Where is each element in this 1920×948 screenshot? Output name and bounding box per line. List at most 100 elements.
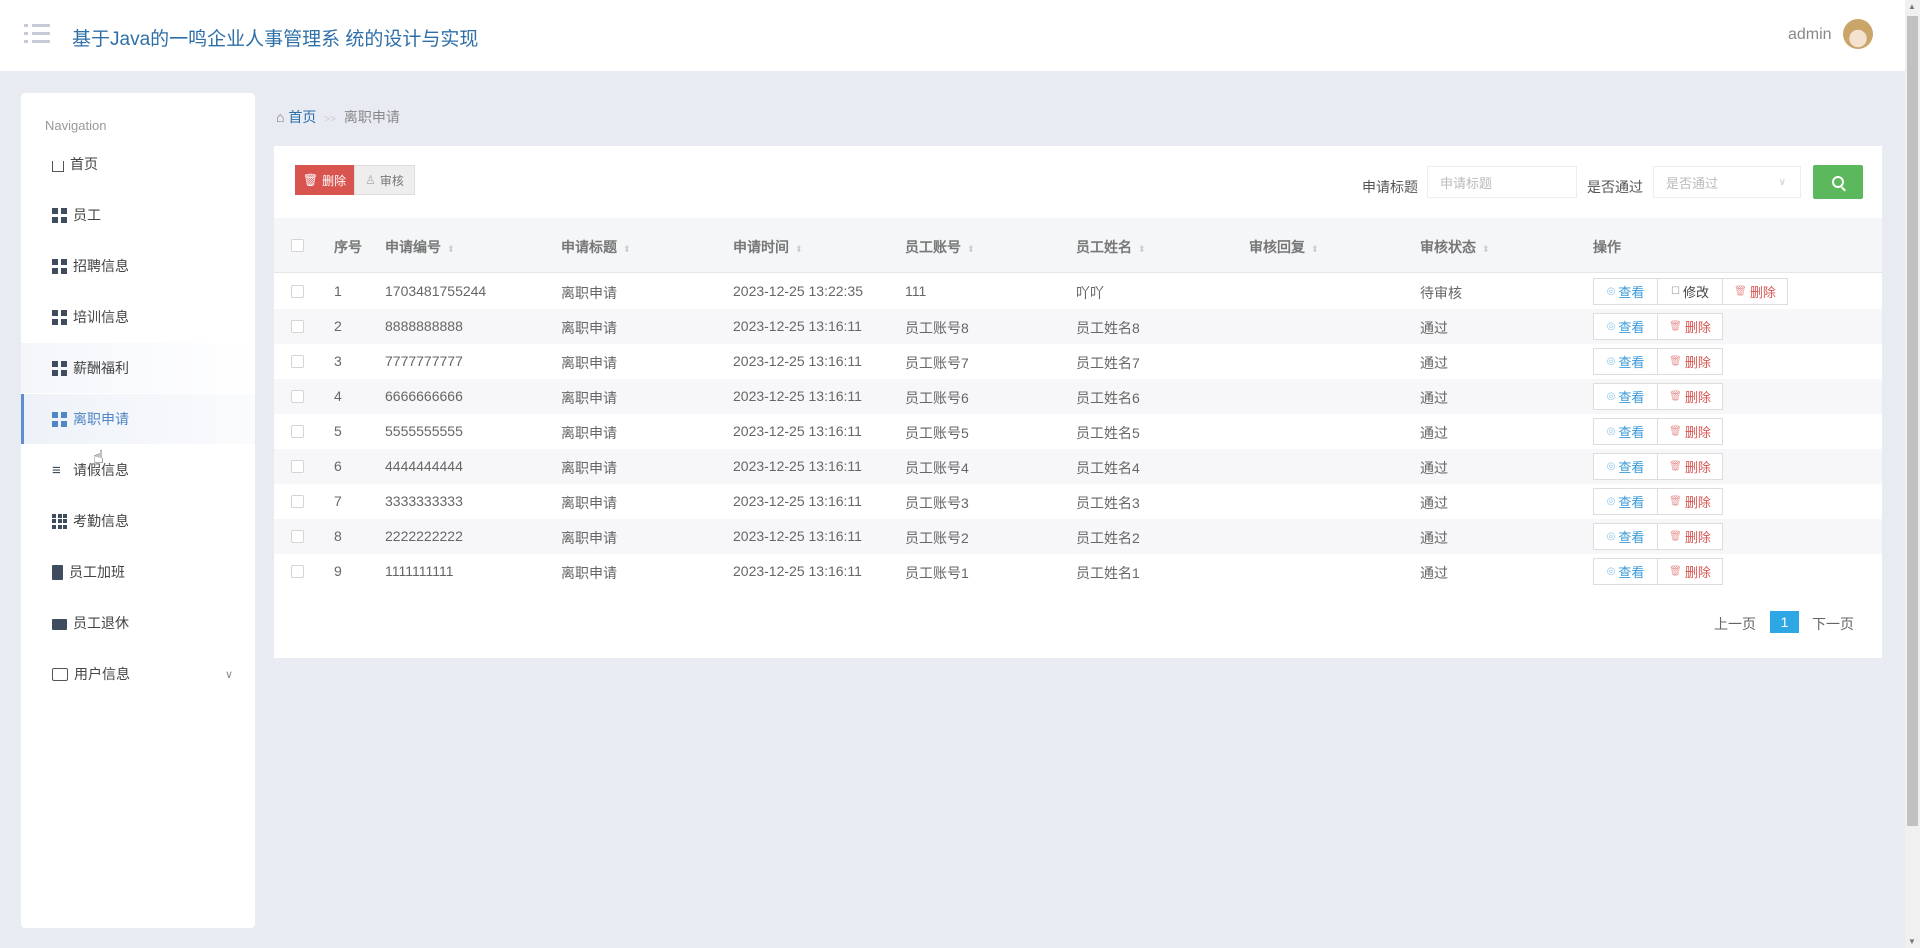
column-header[interactable]: 审核状态 ⬍ xyxy=(1420,237,1490,257)
avatar[interactable] xyxy=(1843,19,1873,49)
page-1-button[interactable]: 1 xyxy=(1770,611,1799,633)
sliders-icon: ≡ xyxy=(52,461,61,479)
cell-name: 员工姓名3 xyxy=(1076,495,1140,511)
batch-delete-button[interactable]: 🗑 删除 xyxy=(295,165,354,195)
column-header[interactable]: 申请编号 ⬍ xyxy=(385,237,455,257)
delete-button[interactable]: 🗑 删除 xyxy=(1657,418,1723,445)
menu-toggle-icon[interactable] xyxy=(24,24,50,44)
sidebar-item-0[interactable]: 首页 xyxy=(21,139,255,189)
view-button[interactable]: ◎ 查看 xyxy=(1593,488,1658,515)
sidebar-item-label: 薪酬福利 xyxy=(73,360,129,376)
sidebar-item-5[interactable]: 离职申请 xyxy=(21,394,255,444)
breadcrumb-home[interactable]: 首页 xyxy=(288,109,316,125)
cell-time: 2023-12-25 13:16:11 xyxy=(733,458,862,474)
cell-name: 员工姓名1 xyxy=(1076,565,1140,581)
view-button[interactable]: ◎ 查看 xyxy=(1593,313,1658,340)
delete-label: 删除 xyxy=(1684,530,1711,545)
row-checkbox[interactable] xyxy=(291,530,304,543)
sort-icon[interactable]: ⬍ xyxy=(795,244,803,254)
trash-icon: 🗑 xyxy=(1669,461,1682,472)
cell-account: 员工账号4 xyxy=(905,460,969,476)
cell-time: 2023-12-25 13:16:11 xyxy=(733,423,862,439)
eye-icon: ◎ xyxy=(1606,321,1616,332)
row-checkbox[interactable] xyxy=(291,355,304,368)
sort-icon[interactable]: ⬍ xyxy=(447,244,455,254)
view-button[interactable]: ◎ 查看 xyxy=(1593,418,1658,445)
row-checkbox[interactable] xyxy=(291,495,304,508)
column-header[interactable]: 申请标题 ⬍ xyxy=(561,237,631,257)
delete-button[interactable]: 🗑 删除 xyxy=(1657,348,1723,375)
sidebar-item-9[interactable]: 员工退休 xyxy=(21,598,255,648)
sidebar-item-2[interactable]: 招聘信息 xyxy=(21,241,255,291)
edit-button[interactable]: ☐ 修改 xyxy=(1657,278,1723,305)
home-icon xyxy=(52,160,64,172)
sidebar-item-8[interactable]: 员工加班 xyxy=(21,547,255,597)
row-checkbox[interactable] xyxy=(291,460,304,473)
cell-status: 通过 xyxy=(1420,320,1448,336)
column-header[interactable]: 申请时间 ⬍ xyxy=(733,237,803,257)
view-button[interactable]: ◎ 查看 xyxy=(1593,523,1658,550)
column-header[interactable]: 审核回复 ⬍ xyxy=(1249,237,1319,257)
delete-button[interactable]: 🗑 删除 xyxy=(1657,453,1723,480)
cell-no: 1 xyxy=(334,283,342,299)
delete-button[interactable]: 🗑 删除 xyxy=(1657,488,1723,515)
delete-button[interactable]: 🗑 删除 xyxy=(1657,558,1723,585)
row-checkbox[interactable] xyxy=(291,425,304,438)
breadcrumb: ⌂ 首页 >> 离职申请 xyxy=(276,107,400,127)
table-row: 5 5555555555 离职申请 2023-12-25 13:16:11 员工账号5 员… xyxy=(274,414,1882,449)
next-page-button[interactable]: 下一页 xyxy=(1812,614,1854,634)
audit-button[interactable]: ♙ 审核 xyxy=(354,165,415,195)
username[interactable]: admin xyxy=(1788,26,1832,44)
delete-button[interactable]: 🗑 删除 xyxy=(1657,523,1723,550)
row-checkbox[interactable] xyxy=(291,320,304,333)
row-checkbox[interactable] xyxy=(291,565,304,578)
eye-icon: ◎ xyxy=(1606,531,1616,542)
column-header-label: 申请编号 xyxy=(385,239,441,255)
sidebar-item-7[interactable]: 考勤信息 xyxy=(21,496,255,546)
sidebar-item-10[interactable]: 用户信息 ∨ xyxy=(21,649,255,699)
cell-no: 6 xyxy=(334,458,342,474)
view-button[interactable]: ◎ 查看 xyxy=(1593,348,1658,375)
cell-code: 2222222222 xyxy=(385,528,463,544)
sidebar-item-3[interactable]: 培训信息 xyxy=(21,292,255,342)
table-row: 9 1111111111 离职申请 2023-12-25 13:16:11 员工账号1 员… xyxy=(274,554,1882,589)
view-button[interactable]: ◎ 查看 xyxy=(1593,558,1658,585)
sort-icon[interactable]: ⬍ xyxy=(1482,244,1490,254)
trash-icon: 🗑 xyxy=(1669,391,1682,402)
page-scrollbar[interactable]: ▲ ▼ xyxy=(1905,0,1920,948)
sort-icon[interactable]: ⬍ xyxy=(1311,244,1319,254)
title-filter-input[interactable]: 申请标题 xyxy=(1427,166,1577,198)
sidebar-item-6[interactable]: ≡ 请假信息 xyxy=(21,445,255,495)
column-header[interactable]: 员工账号 ⬍ xyxy=(905,237,975,257)
sidebar-item-4[interactable]: 薪酬福利 xyxy=(21,343,255,393)
view-button[interactable]: ◎ 查看 xyxy=(1593,453,1658,480)
cell-no: 2 xyxy=(334,318,342,334)
search-button[interactable] xyxy=(1813,165,1863,199)
row-checkbox[interactable] xyxy=(291,390,304,403)
sidebar-item-label: 离职申请 xyxy=(73,411,129,427)
user-icon: ♙ xyxy=(365,173,376,187)
sidebar-item-label: 员工 xyxy=(73,207,101,223)
column-header-label: 审核回复 xyxy=(1249,239,1305,255)
sort-icon[interactable]: ⬍ xyxy=(967,244,975,254)
app-title: 基于Java的一鸣企业人事管理系 统的设计与实现 xyxy=(72,29,479,50)
select-all-checkbox[interactable] xyxy=(291,239,304,252)
delete-button[interactable]: 🗑 删除 xyxy=(1657,383,1723,410)
credit-card-icon xyxy=(52,667,68,681)
prev-page-button[interactable]: 上一页 xyxy=(1714,614,1756,634)
sort-icon[interactable]: ⬍ xyxy=(1138,244,1146,254)
delete-label: 删除 xyxy=(1749,285,1776,300)
pass-filter-select[interactable]: 是否通过 ∨ xyxy=(1653,166,1801,198)
cell-title: 离职申请 xyxy=(561,565,617,581)
view-button[interactable]: ◎ 查看 xyxy=(1593,383,1658,410)
view-button[interactable]: ◎ 查看 xyxy=(1593,278,1658,305)
column-header[interactable]: 员工姓名 ⬍ xyxy=(1076,237,1146,257)
delete-button[interactable]: 🗑 删除 xyxy=(1722,278,1788,305)
cell-title: 离职申请 xyxy=(561,460,617,476)
sort-icon[interactable]: ⬍ xyxy=(623,244,631,254)
sidebar-item-1[interactable]: 员工 xyxy=(21,190,255,240)
cell-status: 通过 xyxy=(1420,530,1448,546)
row-checkbox[interactable] xyxy=(291,285,304,298)
delete-button[interactable]: 🗑 删除 xyxy=(1657,313,1723,340)
sidebar: Navigation 首页 员工 招聘信息 培训信息 薪酬福利 离职申请 ≡ 请假信息 考勤信息… xyxy=(21,93,255,928)
